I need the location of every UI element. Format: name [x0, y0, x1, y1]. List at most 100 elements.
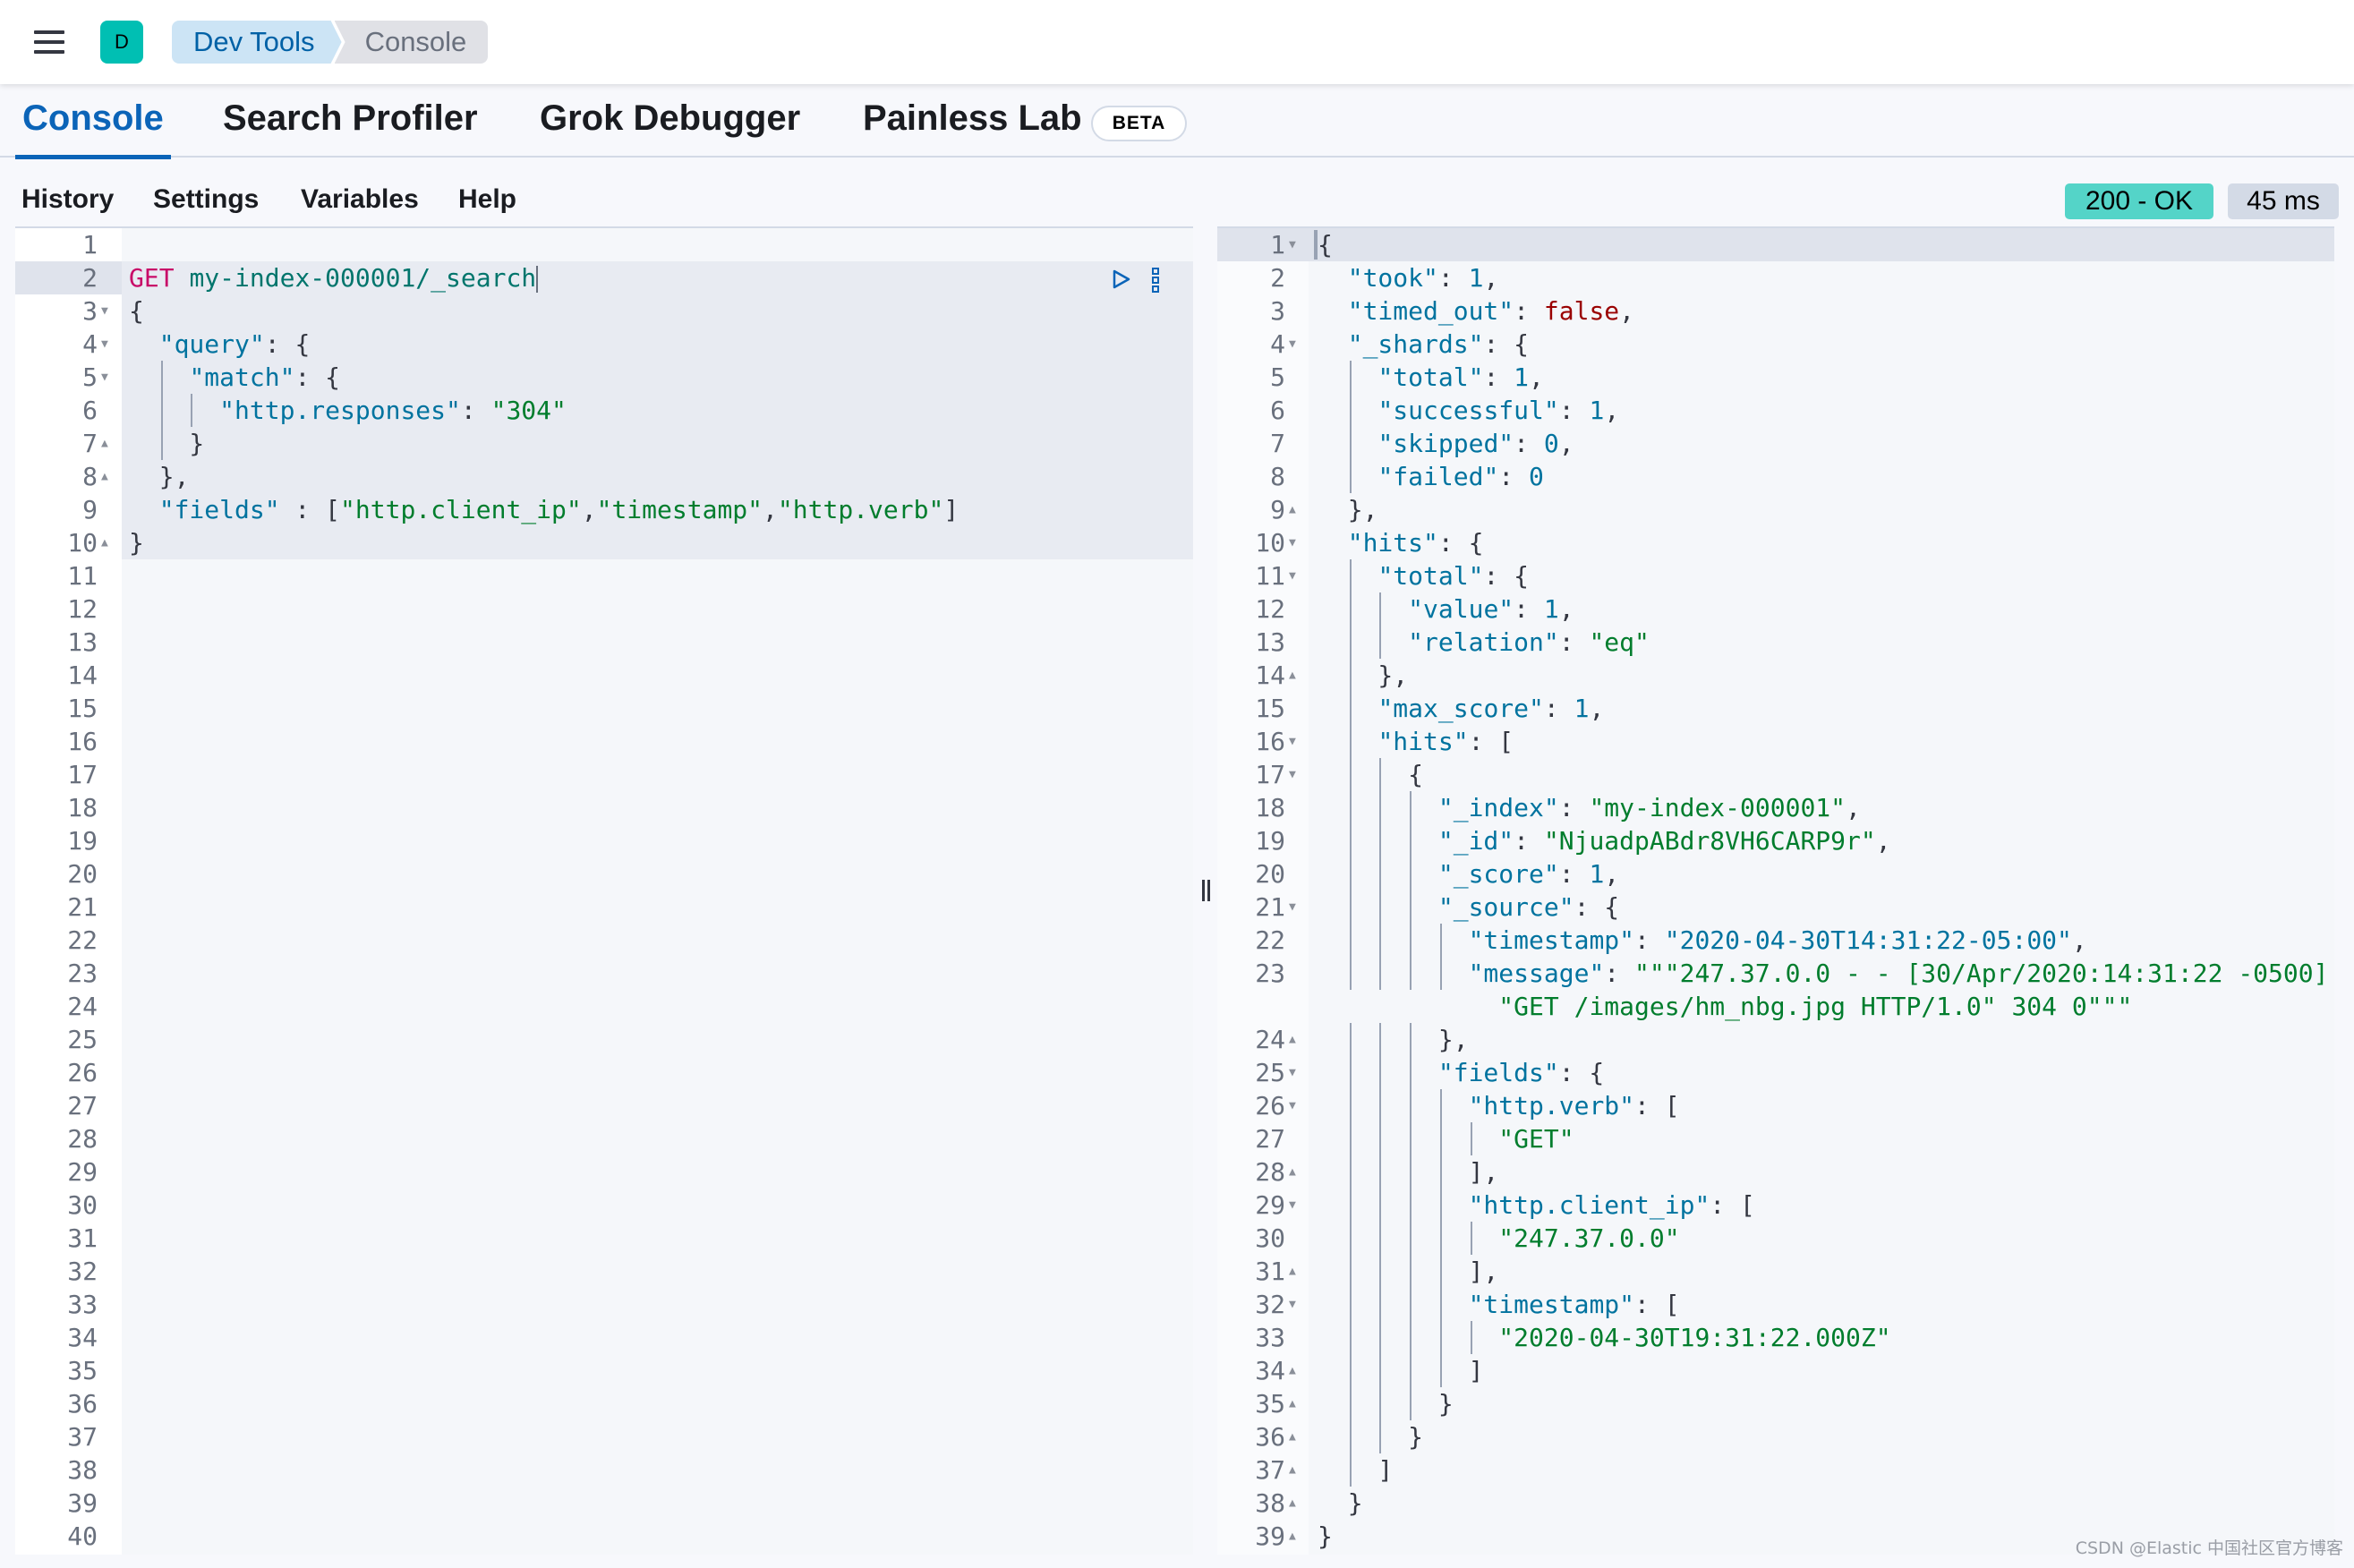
editor-line[interactable]: 24 ▲ }, [1217, 1023, 2334, 1056]
editor-line[interactable]: 11 ▼ "total": { [1217, 559, 2334, 592]
fold-arrow-up-icon[interactable]: ▲ [1289, 1354, 1296, 1387]
fold-arrow-up-icon[interactable]: ▲ [1289, 493, 1296, 526]
editor-line[interactable]: 39 [15, 1487, 1193, 1520]
editor-line[interactable]: 17 ▼ { [1217, 758, 2334, 791]
editor-line[interactable]: 29 [15, 1155, 1193, 1189]
editor-line[interactable]: 1 ▼ { [1217, 228, 2334, 261]
fold-arrow-down-icon[interactable]: ▼ [1289, 526, 1296, 559]
fold-arrow-up-icon[interactable]: ▲ [1289, 1387, 1296, 1420]
editor-line[interactable]: 36 [15, 1387, 1193, 1420]
fold-arrow-up-icon[interactable]: ▲ [101, 427, 108, 460]
fold-arrow-down-icon[interactable]: ▼ [1289, 891, 1296, 924]
play-icon[interactable] [1112, 268, 1131, 290]
editor-line[interactable]: 28 ▲ ], [1217, 1155, 2334, 1189]
fold-arrow-down-icon[interactable]: ▼ [101, 361, 108, 394]
editor-line[interactable]: 2 "took": 1, [1217, 261, 2334, 294]
editor-line[interactable]: 30 "247.37.0.0" [1217, 1222, 2334, 1255]
editor-line[interactable]: 21 ▼ "_source": { [1217, 891, 2334, 924]
editor-line[interactable]: 9 "fields" : ["http.client_ip","timestam… [15, 493, 1193, 526]
editor-line[interactable]: 2 GET my-index-000001/_search [15, 261, 1193, 294]
editor-line[interactable]: 16 [15, 725, 1193, 758]
editor-line[interactable]: 7 ▲ } [15, 427, 1193, 460]
fold-arrow-up-icon[interactable]: ▲ [1289, 1155, 1296, 1189]
editor-line[interactable]: 22 "timestamp": "2020-04-30T14:31:22-05:… [1217, 924, 2334, 957]
editor-line[interactable]: 28 [15, 1122, 1193, 1155]
editor-line[interactable]: 13 "relation": "eq" [1217, 626, 2334, 659]
fold-arrow-down-icon[interactable]: ▼ [1289, 328, 1296, 361]
editor-line[interactable]: 37 [15, 1420, 1193, 1453]
editor-line[interactable]: 23 [15, 957, 1193, 990]
editor-line[interactable]: 8 "failed": 0 [1217, 460, 2334, 493]
editor-line[interactable]: 32 [15, 1255, 1193, 1288]
editor-line[interactable]: 4 ▼ "_shards": { [1217, 328, 2334, 361]
editor-line[interactable]: 1 [15, 228, 1193, 261]
fold-arrow-up-icon[interactable]: ▲ [101, 526, 108, 559]
fold-arrow-up-icon[interactable]: ▲ [1289, 1420, 1296, 1453]
editor-line[interactable]: 19 [15, 824, 1193, 857]
editor-line[interactable]: 18 [15, 791, 1193, 824]
editor-line[interactable]: 15 [15, 692, 1193, 725]
editor-line[interactable]: 40 [15, 1520, 1193, 1553]
editor-line[interactable]: 11 [15, 559, 1193, 592]
editor-line[interactable]: 35 ▲ } [1217, 1387, 2334, 1420]
fold-arrow-down-icon[interactable]: ▼ [1289, 559, 1296, 592]
editor-line[interactable]: 9 ▲ }, [1217, 493, 2334, 526]
editor-line[interactable]: 10 ▼ "hits": { [1217, 526, 2334, 559]
editor-line[interactable]: 7 "skipped": 0, [1217, 427, 2334, 460]
fold-arrow-down-icon[interactable]: ▼ [101, 328, 108, 361]
editor-line[interactable]: 34 [15, 1321, 1193, 1354]
fold-arrow-down-icon[interactable]: ▼ [1289, 725, 1296, 758]
editor-line[interactable]: 6 "http.responses": "304" [15, 394, 1193, 427]
editor-line[interactable]: 27 [15, 1089, 1193, 1122]
variables-button[interactable]: Variables [301, 184, 419, 215]
fold-arrow-down-icon[interactable]: ▼ [101, 294, 108, 328]
editor-line[interactable]: 34 ▲ ] [1217, 1354, 2334, 1387]
breadcrumb-dev-tools[interactable]: Dev Tools [172, 21, 342, 64]
editor-line[interactable]: 14 ▲ }, [1217, 659, 2334, 692]
hamburger-menu-icon[interactable] [34, 30, 64, 54]
editor-line[interactable]: 17 [15, 758, 1193, 791]
response-editor[interactable]: 1 ▼{2 "took": 1, 3 "timed_out": false, 4 ▼ "… [1217, 226, 2334, 1555]
fold-arrow-up-icon[interactable]: ▲ [1289, 1487, 1296, 1520]
editor-line[interactable]: 25 ▼ "fields": { [1217, 1056, 2334, 1089]
fold-arrow-up-icon[interactable]: ▲ [101, 460, 108, 493]
fold-arrow-down-icon[interactable]: ▼ [1289, 1056, 1296, 1089]
editor-line[interactable]: 20 [15, 857, 1193, 891]
editor-line[interactable]: 15 "max_score": 1, [1217, 692, 2334, 725]
editor-line[interactable]: 24 [15, 990, 1193, 1023]
editor-line[interactable]: 32 ▼ "timestamp": [ [1217, 1288, 2334, 1321]
fold-arrow-up-icon[interactable]: ▲ [1289, 1023, 1296, 1056]
editor-line[interactable]: 14 [15, 659, 1193, 692]
request-editor[interactable]: 1 2 GET my-index-000001/_search 3 ▼{4 ▼ "quer… [15, 226, 1193, 1555]
fold-arrow-up-icon[interactable]: ▲ [1289, 659, 1296, 692]
settings-button[interactable]: Settings [153, 184, 259, 215]
editor-line[interactable]: 29 ▼ "http.client_ip": [ [1217, 1189, 2334, 1222]
tab-painless-lab[interactable]: Painless Lab [863, 98, 1082, 156]
editor-line[interactable]: 12 "value": 1, [1217, 592, 2334, 626]
history-button[interactable]: History [21, 184, 114, 215]
editor-line[interactable]: "GET /images/hm_nbg.jpg HTTP/1.0" 304 0"… [1217, 990, 2334, 1023]
fold-arrow-down-icon[interactable]: ▼ [1289, 1089, 1296, 1122]
editor-line[interactable]: 8 ▲ }, [15, 460, 1193, 493]
fold-arrow-down-icon[interactable]: ▼ [1289, 758, 1296, 791]
editor-line[interactable]: 33 [15, 1288, 1193, 1321]
fold-arrow-down-icon[interactable]: ▼ [1289, 1189, 1296, 1222]
help-button[interactable]: Help [458, 184, 516, 215]
editor-line[interactable]: 38 [15, 1453, 1193, 1487]
space-avatar[interactable]: D [100, 21, 143, 64]
editor-line[interactable]: 23 "message": """247.37.0.0 - - [30/Apr/… [1217, 957, 2334, 990]
editor-line[interactable]: 25 [15, 1023, 1193, 1056]
fold-arrow-up-icon[interactable]: ▲ [1289, 1453, 1296, 1487]
editor-line[interactable]: 3 ▼ { [15, 294, 1193, 328]
fold-arrow-up-icon[interactable]: ▲ [1289, 1520, 1296, 1553]
kebab-menu-icon[interactable] [1152, 268, 1159, 293]
editor-line[interactable]: 26 ▼ "http.verb": [ [1217, 1089, 2334, 1122]
editor-line[interactable]: 27 "GET" [1217, 1122, 2334, 1155]
editor-line[interactable]: 33 "2020-04-30T19:31:22.000Z" [1217, 1321, 2334, 1354]
editor-line[interactable]: 13 [15, 626, 1193, 659]
editor-line[interactable]: 3 "timed_out": false, [1217, 294, 2334, 328]
editor-line[interactable]: 31 ▲ ], [1217, 1255, 2334, 1288]
tab-grok-debugger[interactable]: Grok Debugger [540, 98, 800, 156]
editor-line[interactable]: 36 ▲ } [1217, 1420, 2334, 1453]
tab-console[interactable]: Console [15, 98, 171, 159]
